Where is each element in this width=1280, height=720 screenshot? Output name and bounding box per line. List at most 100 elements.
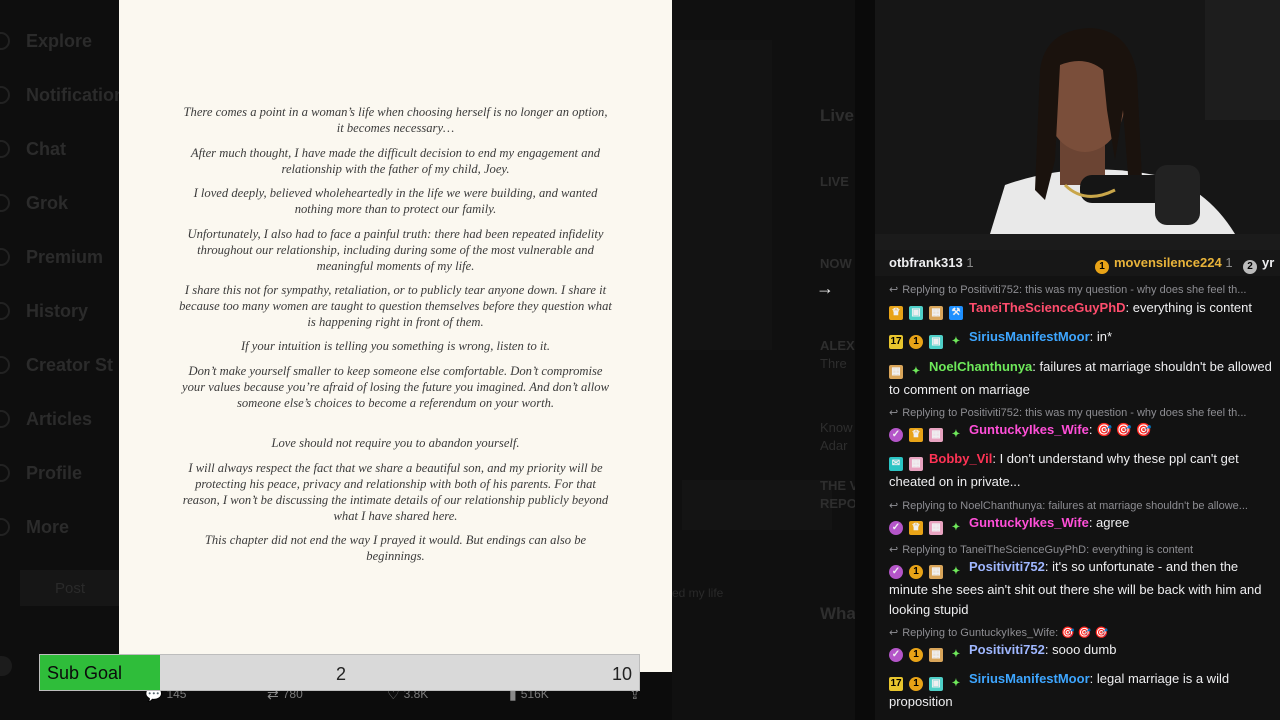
nav-history[interactable]: History — [0, 296, 88, 326]
top-gifter-count: 1 — [1225, 255, 1233, 270]
chat-username[interactable]: SiriusManifestMoor — [969, 671, 1090, 686]
chat-message[interactable]: ♛ ▣ ▦ ⚒ TaneiTheScienceGuyPhD: everything is… — [889, 298, 1275, 321]
history-icon — [0, 302, 10, 320]
reply-icon: ↩ — [889, 544, 899, 556]
nav-explore[interactable]: Explore — [0, 26, 92, 56]
verified-icon: ✓ — [889, 565, 903, 579]
chat-message[interactable]: ✉ ▦ Bobby_Vil: I don't understand why thes… — [889, 449, 1275, 492]
prime-icon: ✉ — [889, 457, 903, 471]
verified-icon: ✓ — [889, 521, 903, 535]
bg-fragment-live: Live — [820, 106, 855, 125]
bits-badge: 1 — [909, 565, 923, 579]
chat-username[interactable]: TaneiTheScienceGuyPhD — [969, 300, 1126, 315]
top-gifter[interactable]: otbfrank313 1 — [889, 255, 974, 270]
nav-grok[interactable]: Grok — [0, 188, 68, 218]
person-icon — [0, 464, 10, 482]
account-avatar[interactable] — [0, 656, 12, 676]
bits-badge: 1 — [909, 648, 923, 662]
background-feed: ed my life Live LIVE NOW ALEX Thre Know … — [672, 0, 855, 720]
nav-more-label: More — [26, 516, 70, 537]
sub-goal-label: Sub Goal — [47, 663, 123, 683]
reply-context[interactable]: ↩ Replying to TaneiTheScienceGuyPhD: ever… — [889, 543, 1277, 556]
top-gifter[interactable]: 1 movensilence224 1 — [1095, 255, 1233, 274]
reply-text: Replying to Positiviti752: this was my q… — [902, 284, 1247, 296]
chat-text: in* — [1096, 329, 1113, 344]
post-button[interactable]: Post — [20, 570, 120, 606]
nav-notifications[interactable]: Notifications — [0, 80, 135, 110]
gift-icon: ▦ — [929, 648, 943, 662]
chat-message[interactable]: 17 1 ▣ ✦ SiriusManifestMoor: in* — [889, 327, 1275, 350]
chat-message[interactable]: ✓ 1 ▦ ✦ Positiviti752: it's so unfortunate -… — [889, 557, 1275, 620]
nav-grok-label: Grok — [26, 192, 69, 213]
bg-fragment: THE V — [820, 478, 855, 493]
reply-context[interactable]: ↩ Replying to Positiviti752: this was my … — [889, 406, 1277, 419]
gifter-badge: 1 — [1095, 260, 1109, 274]
document-paragraph: Unfortunately, I also had to face a pain… — [187, 227, 604, 273]
document-paragraph: I will always respect the fact that we s… — [182, 461, 609, 523]
chat-text: agree — [1096, 515, 1130, 530]
gift-icon: ▦ — [929, 428, 943, 442]
plus-icon: ✦ — [951, 678, 961, 689]
plus-icon: ✦ — [951, 522, 961, 533]
crown-icon: ♛ — [909, 428, 923, 442]
document-paragraph: After much thought, I have made the diff… — [190, 146, 601, 176]
webcam-border — [875, 234, 1280, 250]
reply-context[interactable]: ↩ Replying to NoelChanthunya: failures at… — [889, 499, 1277, 512]
nav-history-label: History — [26, 300, 89, 321]
document-paragraph: Don’t make yourself smaller to keep some… — [182, 364, 609, 410]
reply-context[interactable]: ↩ Replying to GuntuckyIkes_Wife: 🎯 🎯 🎯 — [889, 626, 1277, 639]
chat-message[interactable]: ✓ ♛ ▦ ✦ GuntuckyIkes_Wife: agree — [889, 513, 1275, 536]
top-gifter-name: otbfrank313 — [889, 255, 963, 270]
next-arrow-icon[interactable]: → — [816, 278, 834, 299]
nav-premium-label: Premium — [26, 246, 104, 267]
sub-goal-current: 2 — [336, 664, 347, 684]
document-paragraph: This chapter did not end the way I praye… — [204, 533, 587, 563]
plus-icon: ✦ — [911, 366, 921, 377]
chat-username[interactable]: GuntuckyIkes_Wife — [969, 422, 1089, 437]
nav-articles[interactable]: Articles — [0, 404, 92, 434]
reply-icon: ↩ — [889, 284, 899, 296]
search-icon — [0, 32, 10, 50]
chat-username[interactable]: Positiviti752 — [969, 642, 1045, 657]
chat-text: everything is content — [1132, 300, 1252, 315]
nav-premium[interactable]: Premium — [0, 242, 103, 272]
x-sidebar: Explore Notifications Chat Grok Premium … — [0, 0, 135, 720]
chat-username[interactable]: SiriusManifestMoor — [969, 329, 1090, 344]
top-gifter[interactable]: 2 yr — [1243, 255, 1274, 274]
bg-fragment: Know — [820, 420, 853, 435]
reply-text: Replying to Positiviti752: this was my q… — [902, 407, 1247, 419]
gift-icon: ▦ — [889, 365, 903, 379]
chat-username[interactable]: Positiviti752 — [969, 559, 1045, 574]
chat-message[interactable]: 17 1 ▣ ✦ SiriusManifestMoor: legal marriage … — [889, 669, 1275, 712]
nav-profile[interactable]: Profile — [0, 458, 82, 488]
top-gifter-name: yr — [1262, 255, 1275, 270]
more-icon — [0, 518, 10, 536]
nav-creator-studio[interactable]: Creator St — [0, 350, 113, 380]
chat-text: 🎯 🎯 🎯 — [1096, 422, 1152, 437]
background-caption: ed my life — [672, 586, 724, 600]
bits-badge: 1 — [909, 335, 923, 349]
bg-fragment: Wha — [820, 604, 855, 623]
top-gifter-count: 1 — [966, 255, 974, 270]
bg-fragment: ALEX — [820, 338, 855, 353]
chat-username[interactable]: NoelChanthunya — [929, 359, 1032, 374]
chat-message[interactable]: ✓ ♛ ▦ ✦ GuntuckyIkes_Wife: 🎯 🎯 🎯 — [889, 420, 1275, 443]
plus-icon: ✦ — [951, 336, 961, 347]
chat-username[interactable]: Bobby_Vil — [929, 451, 992, 466]
nav-chat[interactable]: Chat — [0, 134, 66, 164]
plus-icon: ✦ — [951, 429, 961, 440]
chat-icon — [0, 140, 10, 158]
webcam-feed — [875, 0, 1280, 234]
document-paragraph: There comes a point in a woman’s life wh… — [183, 105, 608, 135]
crown-icon: ♛ — [909, 521, 923, 535]
nav-articles-label: Articles — [26, 408, 93, 429]
bg-fragment: Thre — [820, 356, 847, 371]
chat-username[interactable]: GuntuckyIkes_Wife — [969, 515, 1089, 530]
chat-message[interactable]: ✓ 1 ▦ ✦ Positiviti752: sooo dumb — [889, 640, 1275, 663]
crown-icon: ♛ — [889, 306, 903, 320]
document-paragraph: I share this not for sympathy, retaliati… — [179, 283, 612, 329]
background-image — [672, 40, 772, 350]
chat-message[interactable]: ▦ ✦ NoelChanthunya: failures at marriage s… — [889, 357, 1275, 400]
nav-more[interactable]: More — [0, 512, 69, 542]
reply-context[interactable]: ↩ Replying to Positiviti752: this was my … — [889, 283, 1277, 296]
